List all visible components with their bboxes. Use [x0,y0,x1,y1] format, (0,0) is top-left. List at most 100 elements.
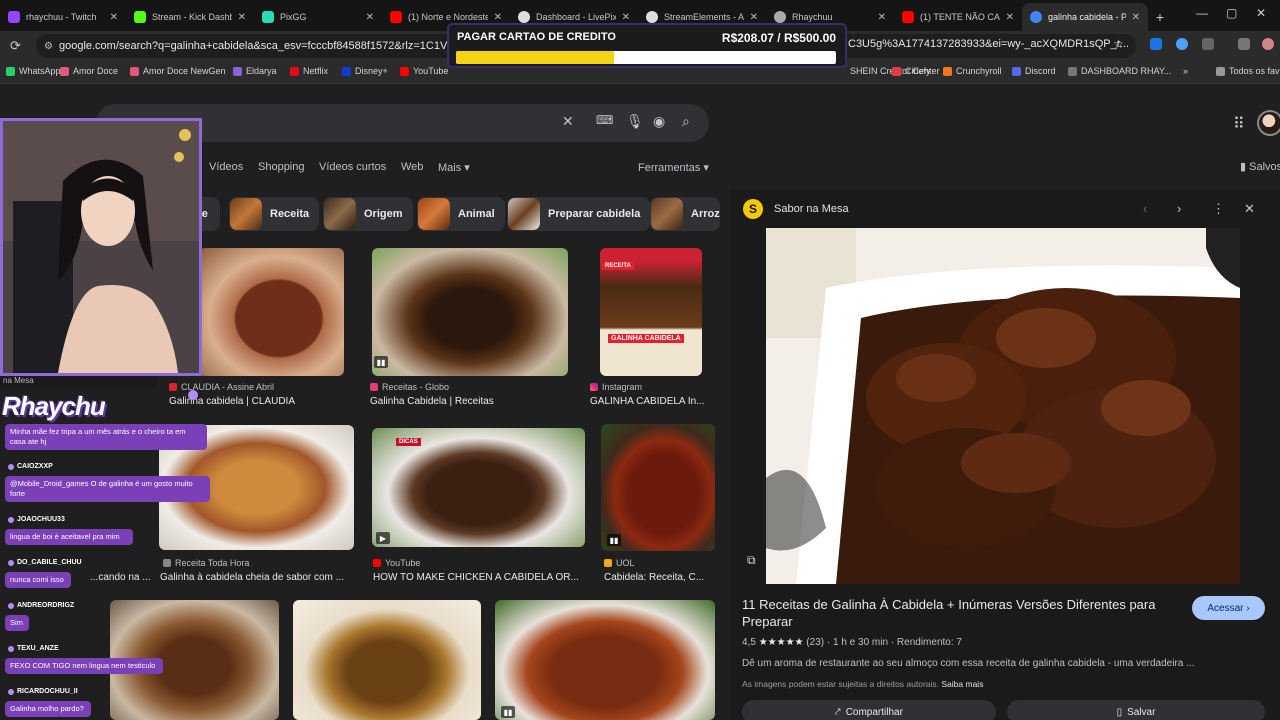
saved-link[interactable]: ▮ Salvos [1240,160,1280,173]
tab-twitch[interactable]: rhaychuu - Twitch ✕ [0,3,126,31]
bookmark-all-folder[interactable]: Todos os fav [1216,66,1280,76]
bookmark-whatsapp[interactable]: WhatsApp [6,66,61,76]
result-thumbnail [199,248,344,376]
tab-more[interactable]: Mais ▾ [438,161,470,174]
chip-arroz[interactable]: Arroz [650,197,720,231]
chat-username: JOAOCHUU33 [8,516,65,523]
profile-avatar[interactable] [1262,38,1274,50]
close-icon[interactable]: ✕ [494,12,502,23]
chat-text: Sim [5,615,29,631]
tab-label: rhaychuu - Twitch [26,12,97,22]
close-icon[interactable]: ✕ [1132,12,1140,23]
bookmark-youtube[interactable]: YouTube [400,66,448,76]
bookmark-amor-doce[interactable]: Amor Doce [60,66,118,76]
chat-username: CAIOZXXP [8,463,53,470]
bookmark-cinefy[interactable]: Cinefy [892,66,931,76]
result-thumbnail: ▮▮ [372,248,568,376]
maximize-button[interactable]: ▢ [1226,6,1237,20]
tab-web[interactable]: Web [401,161,423,173]
result-thumbnail [293,600,481,720]
lens-search-icon[interactable]: ⧉ [747,553,763,569]
tab-shopping[interactable]: Shopping [258,161,305,173]
chip-preparar-cabidela[interactable]: Preparar cabidela [507,197,651,231]
share-button[interactable]: ⤤ Compartilhar [742,700,996,720]
bookmark-eldarya[interactable]: Eldarya [233,66,277,76]
close-icon[interactable]: ✕ [110,12,118,23]
result-title: GALINHA CABIDELA In... [590,396,705,407]
site-info-icon[interactable]: ⚙ [44,41,53,52]
save-button[interactable]: ▯ Salvar [1007,700,1265,720]
download-icon[interactable] [1150,38,1162,50]
chevron-left-icon[interactable]: ‹ [1143,201,1147,216]
chevron-right-icon[interactable]: › [1177,201,1181,216]
cook-time: 1 h e 30 min [832,637,889,648]
donation-progress-fill [456,51,615,64]
bookmark-star-icon[interactable]: ☆ [1113,37,1124,51]
reload-icon[interactable]: ⟳ [10,38,21,54]
lens-icon[interactable]: ◉ [653,113,665,130]
kick-icon [134,11,146,23]
close-window-button[interactable]: ✕ [1256,6,1266,20]
tab-pixgg[interactable]: PixGG ✕ [254,3,382,31]
chip-origem[interactable]: Origem [323,197,413,231]
donation-goal-overlay: PAGAR CARTAO DE CREDITO R$208.07 / R$500… [447,23,847,68]
new-tab-button[interactable]: + [1148,3,1172,31]
panel-source[interactable]: Sabor na Mesa [774,203,849,215]
result-title[interactable]: ...cando na ... [90,572,160,583]
close-icon[interactable]: ✕ [878,12,886,23]
bookmark-netflix[interactable]: Netflix [290,66,328,76]
close-icon[interactable]: ✕ [750,12,758,23]
bookmark-crunchyroll[interactable]: Crunchyroll [943,66,1002,76]
share-icon: ⤤ [835,706,841,718]
donation-amount: R$208.07 / R$500.00 [721,31,836,45]
bookmark-discord[interactable]: Discord [1012,66,1056,76]
bookmark-dashboard[interactable]: DASHBOARD RHAY... [1068,66,1171,76]
webcam-feed [3,121,199,373]
close-icon[interactable]: ✕ [1244,201,1255,217]
url-tail-text: C3U5g%3A1774137283933&ei=wy-_acXQMDR1sQP… [848,38,1129,50]
chip-receita[interactable]: Receita [229,197,320,231]
tab-google-active[interactable]: galinha cabidela - P ✕ [1022,3,1148,31]
chevron-right-icon[interactable]: » [1183,66,1188,76]
result-title: Galinha Cabidela | Receitas [370,396,494,407]
more-options-icon[interactable]: ⋮ [1212,201,1225,217]
tab-videos[interactable]: Vídeos [209,161,243,173]
url-text: google.com/search?q=galinha+cabidela&sca… [58,40,489,52]
tab-label: Stream - Kick Dashb [152,12,232,22]
twitch-icon [8,11,20,23]
minimize-button[interactable]: — [1196,6,1208,20]
close-icon[interactable]: ✕ [622,12,630,23]
bookmark-disney[interactable]: Disney+ [342,66,388,76]
close-icon[interactable]: ✕ [238,12,246,23]
panel-title[interactable]: 11 Receitas de Galinha À Cabidela + Inúm… [742,596,1162,630]
close-icon[interactable]: ✕ [366,12,374,23]
galinha-cabidela-badge: GALINHA CABIDELA [608,334,684,343]
google-icon [1030,11,1042,23]
chip-thumbnail [324,198,356,230]
video-badge-icon: ▮▮ [607,534,621,546]
rating-value: 4,5 [742,637,756,648]
search-icon[interactable]: ⌕ [682,113,690,130]
clear-icon[interactable]: ✕ [562,113,574,130]
microphone-icon[interactable]: 🎙︎ [626,113,644,130]
tools-button[interactable]: Ferramentas ▾ [638,161,709,174]
sidebar-icon[interactable] [1238,38,1250,50]
chip-animal[interactable]: Animal [417,197,505,231]
tab-short-videos[interactable]: Vídeos curtos [319,161,386,173]
tab-kick[interactable]: Stream - Kick Dashb ✕ [126,3,254,31]
keyboard-icon[interactable]: ⌨ [596,113,613,127]
extension-icon[interactable] [1176,38,1188,50]
chat-username: TEXU_ANZE [8,645,59,652]
avatar[interactable] [1257,110,1280,136]
bookmark-amor-doce-newgen[interactable]: Amor Doce NewGen [130,66,226,76]
learn-more-link[interactable]: Saiba mais [941,679,983,689]
close-icon[interactable]: ✕ [1006,12,1014,23]
preview-image[interactable] [766,228,1240,584]
visit-button[interactable]: Acessar › [1192,596,1265,620]
chip-thumbnail [508,198,540,230]
panel-description: Dê um aroma de restaurante ao seu almoço… [742,658,1195,669]
chip-thumbnail [418,198,450,230]
extensions-puzzle-icon[interactable] [1202,38,1214,50]
tab-youtube-2[interactable]: (1) TENTE NÃO CAN ✕ [894,3,1022,31]
apps-grid-icon[interactable]: ⠿ [1233,114,1245,134]
